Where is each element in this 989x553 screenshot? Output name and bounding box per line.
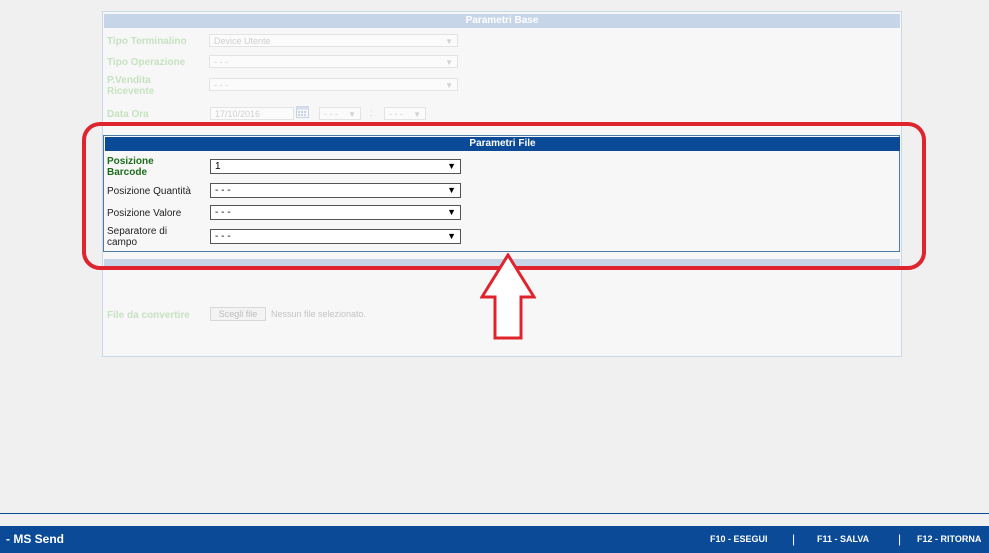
pvendita-label-line2: Ricevente (107, 86, 155, 97)
pvendita-select[interactable]: - - - ▼ (209, 78, 458, 91)
tipo-terminalino-select[interactable]: Device Utente ▼ (209, 34, 458, 47)
f12-ritorna-button[interactable]: F12 - RITORNA (917, 534, 981, 544)
footer-separator: | (792, 532, 796, 546)
footer-divider (0, 513, 989, 514)
footer-separator: | (898, 532, 902, 546)
chevron-down-icon: ▼ (445, 37, 453, 46)
file-status: Nessun file selezionato. (271, 309, 367, 319)
data-ora-label: Data Ora (107, 109, 149, 120)
chevron-down-icon: ▼ (445, 81, 453, 90)
app-name: - MS Send (6, 532, 65, 546)
annotation-highlight (82, 122, 926, 270)
hour-select[interactable]: - - - ▼ (319, 107, 361, 120)
data-input[interactable]: 17/10/2016 (210, 107, 294, 120)
tipo-operazione-label: Tipo Operazione (107, 57, 186, 68)
f10-esegui-button[interactable]: F10 - ESEGUI (710, 534, 768, 544)
choose-file-button[interactable]: Scegli file (210, 307, 266, 321)
up-arrow-icon (479, 252, 537, 344)
tipo-terminalino-value: Device Utente (214, 36, 271, 46)
chevron-down-icon: ▼ (413, 110, 421, 119)
minute-value: - - - (389, 109, 403, 119)
calendar-icon[interactable] (296, 106, 309, 118)
minute-select[interactable]: - - - ▼ (384, 107, 426, 120)
pvendita-label: P.Vendita Ricevente (107, 75, 154, 97)
tipo-terminalino-label: Tipo Terminalino (107, 36, 187, 47)
time-separator: : (370, 108, 373, 119)
hour-value: - - - (324, 109, 338, 119)
file-da-convertire-label: File da convertire (107, 310, 190, 321)
tipo-operazione-value: - - - (214, 57, 228, 67)
footer-bar: - MS Send F10 - ESEGUI | F11 - SALVA | F… (0, 526, 989, 553)
f11-salva-button[interactable]: F11 - SALVA (817, 534, 869, 544)
data-value: 17/10/2016 (215, 109, 261, 119)
parametri-base-header: Parametri Base (104, 14, 900, 28)
pvendita-label-line1: P.Vendita (107, 75, 151, 86)
tipo-operazione-select[interactable]: - - - ▼ (209, 55, 458, 68)
chevron-down-icon: ▼ (445, 58, 453, 67)
chevron-down-icon: ▼ (348, 110, 356, 119)
pvendita-value: - - - (214, 80, 228, 90)
